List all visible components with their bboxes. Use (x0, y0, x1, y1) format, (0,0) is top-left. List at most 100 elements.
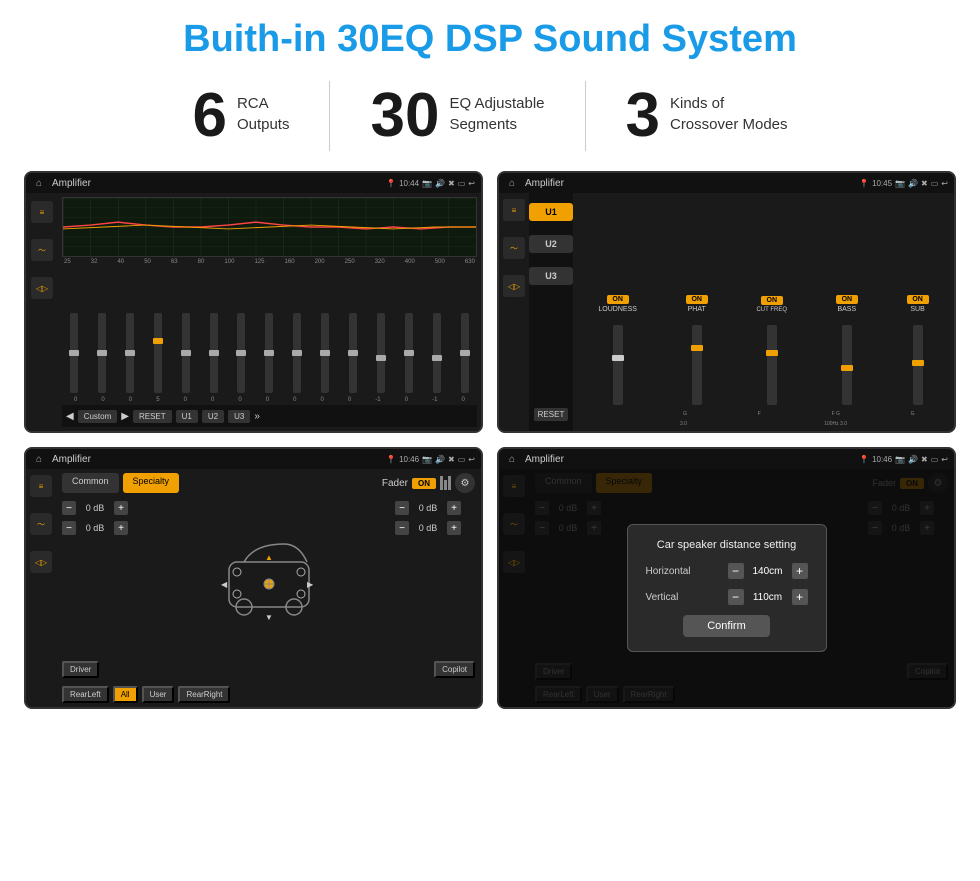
status-icons-1: 📍 10:44 📷🔊✖▭↩ (386, 179, 475, 188)
phat-on[interactable]: ON (686, 295, 708, 304)
u3-btn[interactable]: U3 (529, 267, 573, 285)
fader-sidebar: ≡ 〜 ◁▷ (26, 469, 56, 707)
screens-grid: ⌂ Amplifier 📍 10:44 📷🔊✖▭↩ ≡ 〜 ◁▷ (0, 167, 980, 719)
fader-right: − 0 dB + − 0 dB + (395, 501, 475, 653)
vertical-controls: − 110cm + (728, 589, 808, 605)
amp-reset-btn[interactable]: RESET (534, 408, 569, 421)
prev-icon[interactable]: ◀ (66, 411, 74, 422)
channel-cutfreq: ON CUT FREQ (756, 296, 787, 405)
db-row-3: − 0 dB + (395, 501, 475, 515)
stat-crossover: 3 Kinds of Crossover Modes (586, 85, 828, 147)
bass-on[interactable]: ON (836, 295, 858, 304)
eq-custom-label: Custom (78, 410, 118, 423)
rearleft-btn[interactable]: RearLeft (62, 686, 109, 703)
stat-text-eq: EQ Adjustable Segments (449, 85, 544, 135)
fader-main: Common Specialty Fader ON ⚙ (56, 469, 481, 707)
tab-common[interactable]: Common (62, 473, 119, 493)
vertical-plus[interactable]: + (792, 589, 808, 605)
amp-side-icon3[interactable]: ◁▷ (503, 275, 525, 297)
channel-loudness: ON LOUDNESS (598, 295, 637, 405)
status-bar-1: ⌂ Amplifier 📍 10:44 📷🔊✖▭↩ (26, 173, 481, 193)
db-row-2: − 0 dB + (62, 521, 142, 535)
screen4-body: ≡ 〜 ◁▷ Common Specialty Fader ON ⚙ (499, 469, 954, 707)
dialog-box: Car speaker distance setting Horizontal … (627, 524, 827, 652)
u1-btn[interactable]: U1 (529, 203, 573, 221)
u2-btn[interactable]: U2 (529, 235, 573, 253)
eq-value-row: 00050 00000 0-10-10 (62, 395, 477, 405)
eq-u2-btn[interactable]: U2 (202, 410, 224, 423)
rearright-btn[interactable]: RearRight (178, 686, 230, 703)
horizontal-plus[interactable]: + (792, 563, 808, 579)
home-icon-1: ⌂ (32, 176, 46, 190)
stat-number-3: 3 (626, 85, 660, 147)
status-icons-4: 📍 10:46 📷🔊✖▭↩ (859, 455, 948, 464)
screen-fader: ⌂ Amplifier 📍 10:46 📷🔊✖▭↩ ≡ 〜 ◁▷ Common … (24, 447, 483, 709)
vertical-value: 110cm (748, 592, 788, 603)
minus-btn-2[interactable]: − (62, 521, 76, 535)
amp-channels: ON LOUDNESS ON PHAT ON (573, 193, 954, 431)
fader-side-icon3[interactable]: ◁▷ (30, 551, 52, 573)
stat-eq: 30 EQ Adjustable Segments (330, 85, 584, 147)
sliders-row (62, 269, 477, 395)
status-icons-2: 📍 10:45 📷🔊✖▭↩ (859, 179, 948, 188)
cutfreq-on[interactable]: ON (761, 296, 783, 305)
settings-icon[interactable]: ⚙ (455, 473, 475, 493)
screen2-body: ≡ 〜 ◁▷ U1 U2 U3 RESET ON LOUDNESS (499, 193, 954, 431)
minus-btn-4[interactable]: − (395, 521, 409, 535)
fader-side-icon2[interactable]: 〜 (30, 513, 52, 535)
eq-icon-3[interactable]: ◁▷ (31, 277, 53, 299)
channel-bass: ON BASS (836, 295, 858, 405)
home-icon-4: ⌂ (505, 452, 519, 466)
plus-btn-1[interactable]: + (114, 501, 128, 515)
eq-area: 2532405063 80100125160200 25032040050063… (58, 193, 481, 431)
stat-number-30: 30 (370, 85, 439, 147)
stats-row: 6 RCA Outputs 30 EQ Adjustable Segments … (0, 71, 980, 167)
vertical-minus[interactable]: − (728, 589, 744, 605)
freq-labels: 2532405063 80100125160200 25032040050063… (62, 259, 477, 265)
plus-btn-4[interactable]: + (447, 521, 461, 535)
plus-btn-3[interactable]: + (447, 501, 461, 515)
amp-u-col: U1 U2 U3 RESET (529, 193, 573, 431)
screen1-title: Amplifier (52, 178, 382, 189)
car-diagram: ▲ ▼ ◀ ▶ (150, 501, 387, 653)
dialog-title: Car speaker distance setting (646, 539, 808, 551)
screen4-title: Amplifier (525, 454, 855, 465)
status-bar-4: ⌂ Amplifier 📍 10:46 📷🔊✖▭↩ (499, 449, 954, 469)
fader-content: − 0 dB + − 0 dB + (62, 501, 475, 653)
svg-text:◀: ◀ (221, 580, 228, 589)
all-btn[interactable]: All (113, 686, 138, 703)
loudness-label: LOUDNESS (598, 306, 637, 313)
page-title: Buith-in 30EQ DSP Sound System (0, 0, 980, 71)
amp-sidebar: ≡ 〜 ◁▷ (499, 193, 529, 431)
fader-on[interactable]: ON (412, 478, 436, 489)
eq-reset-btn[interactable]: RESET (133, 410, 172, 423)
more-icon[interactable]: » (254, 411, 260, 422)
phat-label: PHAT (688, 306, 706, 313)
minus-btn-3[interactable]: − (395, 501, 409, 515)
confirm-button[interactable]: Confirm (683, 615, 770, 637)
loudness-on[interactable]: ON (607, 295, 629, 304)
eq-u3-btn[interactable]: U3 (228, 410, 250, 423)
copilot-btn[interactable]: Copilot (434, 661, 475, 678)
eq-icon-1[interactable]: ≡ (31, 201, 53, 223)
fader-side-icon1[interactable]: ≡ (30, 475, 52, 497)
home-icon-2: ⌂ (505, 176, 519, 190)
sub-on[interactable]: ON (907, 295, 929, 304)
horizontal-minus[interactable]: − (728, 563, 744, 579)
fader-tab-row: Common Specialty Fader ON ⚙ (62, 473, 475, 493)
driver-btn[interactable]: Driver (62, 661, 99, 678)
status-icons-3: 📍 10:46 📷🔊✖▭↩ (386, 455, 475, 464)
amp-side-icon2[interactable]: 〜 (503, 237, 525, 259)
tab-specialty[interactable]: Specialty (123, 473, 180, 493)
db-value-1: 0 dB (80, 503, 110, 513)
play-icon[interactable]: ▶ (121, 411, 129, 422)
plus-btn-2[interactable]: + (114, 521, 128, 535)
user-btn[interactable]: User (142, 686, 175, 703)
eq-icon-2[interactable]: 〜 (31, 239, 53, 261)
stat-number-6: 6 (192, 85, 226, 147)
eq-u1-btn[interactable]: U1 (176, 410, 198, 423)
minus-btn-1[interactable]: − (62, 501, 76, 515)
amp-side-icon1[interactable]: ≡ (503, 199, 525, 221)
vertical-label: Vertical (646, 592, 706, 603)
db-value-2: 0 dB (80, 523, 110, 533)
